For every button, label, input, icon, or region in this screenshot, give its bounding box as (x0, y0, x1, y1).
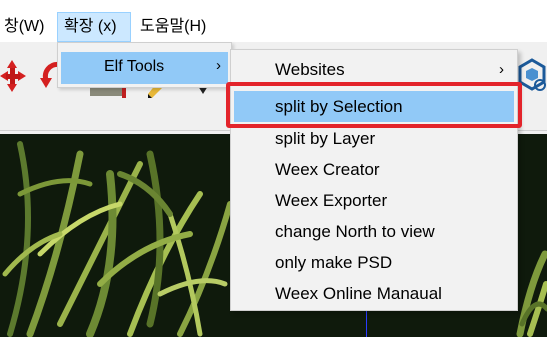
menu-item-only-make-psd[interactable]: only make PSD (234, 247, 514, 278)
menu-item-label: change North to view (275, 222, 435, 241)
menu-item-label: Weex Exporter (275, 191, 388, 210)
extensions-dropdown: Elf Tools › (57, 42, 232, 88)
menu-bar: 창(W) 확장 (x) 도움말(H) (0, 0, 547, 42)
menu-item-weex-creator[interactable]: Weex Creator (234, 154, 514, 185)
menu-item-label: Elf Tools (104, 58, 165, 75)
extension-cube-icon[interactable] (518, 58, 547, 92)
menu-help[interactable]: 도움말(H) (134, 12, 212, 42)
menu-item-weex-exporter[interactable]: Weex Exporter (234, 185, 514, 216)
menu-item-websites[interactable]: Websites › (234, 54, 514, 85)
move-icon[interactable] (0, 58, 30, 94)
menu-item-label: Weex Online Manaual (275, 284, 442, 303)
chevron-right-icon: › (216, 57, 221, 74)
menu-item-elf-tools[interactable]: Elf Tools › (61, 52, 228, 84)
menu-item-label: Weex Creator (275, 160, 380, 179)
menu-item-change-north-to-view[interactable]: change North to view (234, 216, 514, 247)
menu-item-weex-online-manual[interactable]: Weex Online Manaual (234, 278, 514, 309)
menu-extensions[interactable]: 확장 (x) (57, 12, 131, 42)
menu-item-label: Websites (275, 60, 345, 79)
menu-window[interactable]: 창(W) (0, 12, 50, 42)
chevron-right-icon: › (499, 61, 504, 78)
annotation-highlight-box (226, 82, 522, 128)
menu-item-label: only make PSD (275, 253, 393, 272)
